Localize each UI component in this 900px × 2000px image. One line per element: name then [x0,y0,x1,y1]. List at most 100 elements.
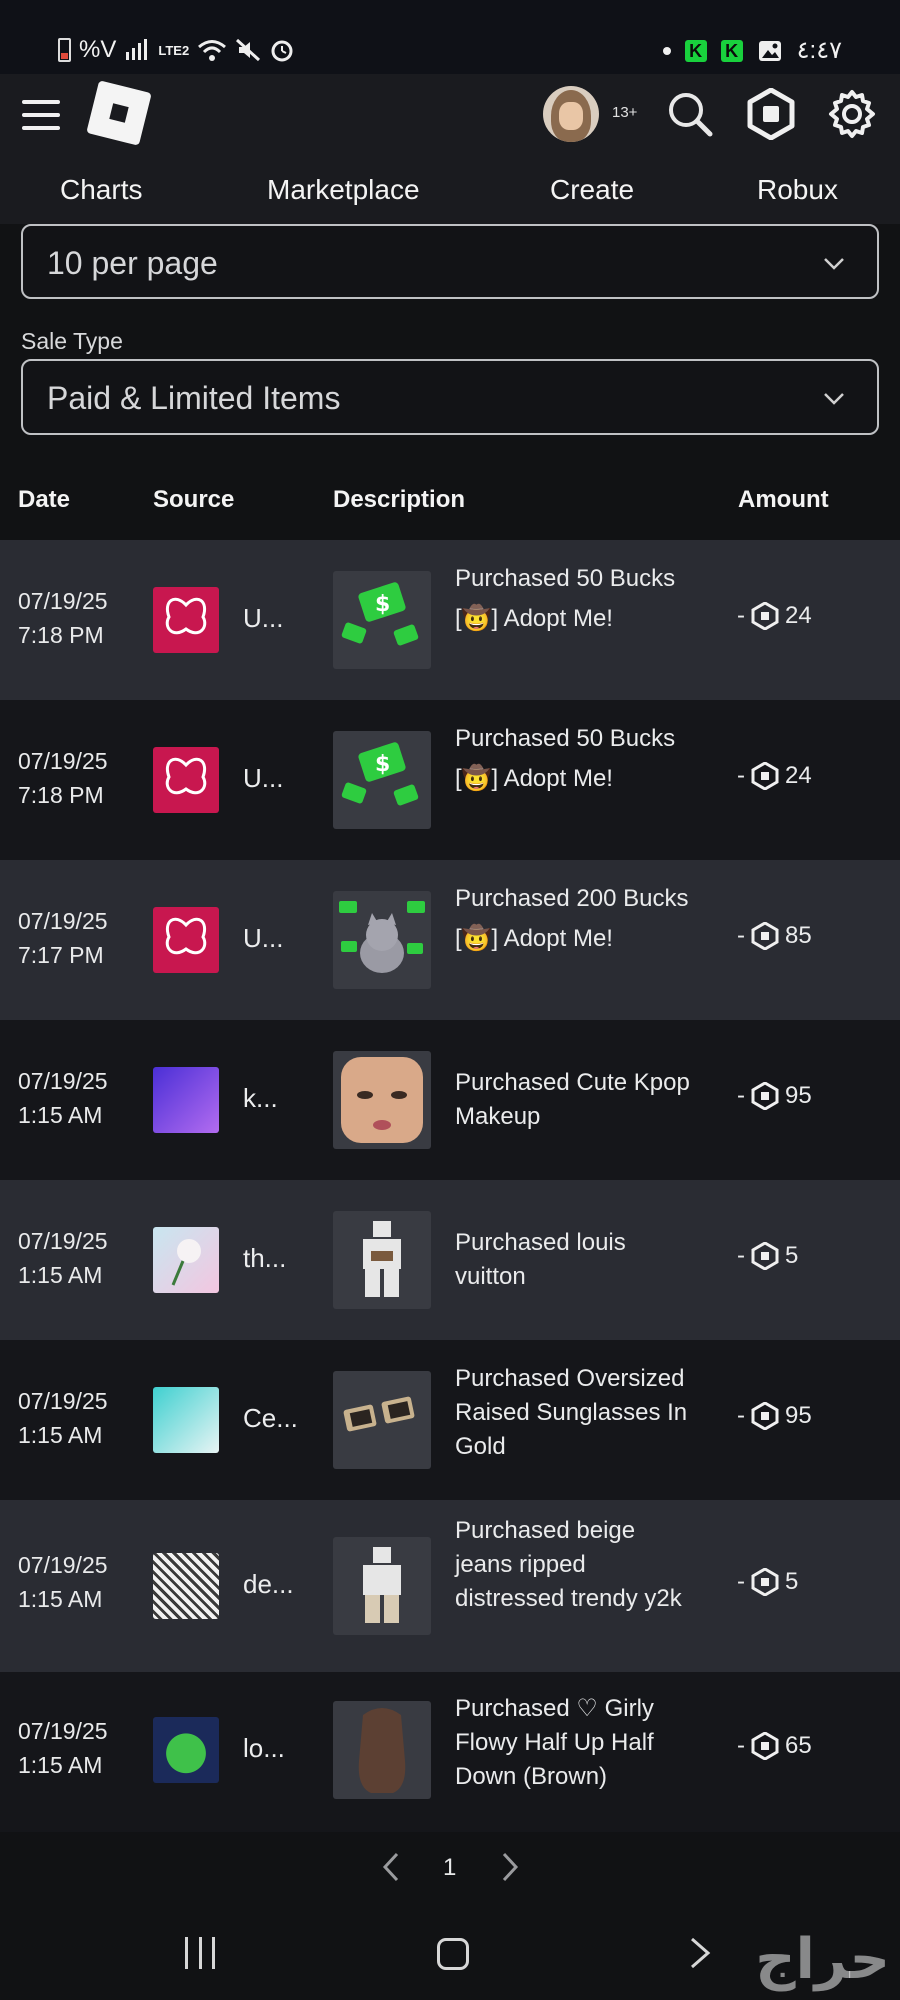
tab-create[interactable]: Create [550,174,634,206]
description-text: Purchased Cute Kpop Makeup [455,1069,690,1130]
avatar[interactable] [543,86,599,142]
source-name[interactable]: th... [243,1243,286,1274]
status-bar: %V LTE2 K K ٤:٤٧ [0,0,900,74]
source-name[interactable]: U... [243,923,283,954]
source-name[interactable]: U... [243,763,283,794]
time-text: 7:18 PM [18,622,104,648]
source-thumbnail[interactable] [153,747,219,813]
item-thumbnail[interactable] [333,1701,431,1799]
table-row[interactable]: 07/19/25 1:15 AM de... Purchased beige je… [0,1500,900,1672]
item-thumbnail[interactable] [333,891,431,989]
signal-icon [126,39,148,60]
source-name[interactable]: U... [243,603,283,634]
source-thumbnail[interactable] [153,1067,219,1133]
source-thumbnail[interactable] [153,1227,219,1293]
source-name[interactable]: lo... [243,1733,285,1764]
description-text: Purchased 50 Bucks [455,725,676,752]
source-name[interactable]: k... [243,1083,278,1114]
status-left: %V LTE2 [58,36,295,64]
watermark: حراج [755,1927,890,1992]
time-text: 7:17 PM [18,942,104,968]
source-thumbnail[interactable] [153,1553,219,1619]
chevron-down-icon [824,258,844,270]
game-name[interactable]: [🤠] Adopt Me! [455,922,613,956]
date-text: 07/19/25 [18,908,108,934]
item-thumbnail[interactable] [333,1051,431,1149]
age-badge: 13+ [612,104,638,121]
source-name[interactable]: Ce... [243,1403,298,1434]
item-thumbnail[interactable] [333,1371,431,1469]
time-text: 7:18 PM [18,782,104,808]
table-row[interactable]: 07/19/25 7:17 PM U... Purchased 200 Bucks… [0,860,900,1020]
tab-robux[interactable]: Robux [757,174,838,206]
item-thumbnail[interactable]: $ [333,571,431,669]
source-thumbnail[interactable] [153,907,219,973]
robux-icon[interactable] [745,88,797,140]
table-header: Date Source Description Amount [0,486,900,540]
outfit-icon [363,1221,401,1297]
amount-sign: - [737,1402,745,1429]
row-amount: -5 [737,1568,798,1596]
column-description: Description [333,486,466,513]
game-link[interactable]: [🤠] Adopt Me! [455,602,695,636]
per-page-value: 10 per page [47,245,218,281]
item-thumbnail[interactable] [333,1211,431,1309]
home-icon[interactable] [437,1938,469,1970]
table-row[interactable]: 07/19/25 1:15 AM Ce... Purchased Oversize… [0,1340,900,1500]
tab-marketplace[interactable]: Marketplace [267,174,420,206]
game-link[interactable]: [🤠] Adopt Me! [455,762,695,796]
table-row[interactable]: 07/19/25 7:18 PM U... $ Purchased 50 Buck… [0,540,900,700]
wifi-icon [198,40,227,61]
gear-icon[interactable] [826,88,878,140]
hair-icon [358,1708,406,1793]
table-row[interactable]: 07/19/25 1:15 AM lo... Purchased ♡ Girly … [0,1672,900,1832]
cat-money-icon [339,901,425,973]
amount-value: 5 [785,1568,799,1595]
roblox-logo-icon[interactable] [86,80,152,146]
table-row[interactable]: 07/19/25 7:18 PM U... $ Purchased 50 Buck… [0,700,900,860]
row-date: 07/19/25 1:15 AM [18,1064,108,1132]
row-amount: -5 [737,1242,798,1270]
amount-sign: - [737,1568,745,1595]
column-amount: Amount [738,486,829,513]
description-text: Purchased ♡ Girly Flowy Half Up Half Dow… [455,1695,654,1790]
sale-type-select[interactable]: Paid & Limited Items [21,359,879,435]
date-text: 07/19/25 [18,748,108,774]
chevron-right-icon[interactable] [494,1850,524,1884]
item-thumbnail[interactable]: $ [333,731,431,829]
source-thumbnail[interactable] [153,587,219,653]
kick-app-icon-2: K [720,39,743,62]
menu-icon[interactable] [22,100,60,130]
search-icon[interactable] [664,88,716,140]
battery-icon [58,38,71,62]
game-name[interactable]: [🤠] Adopt Me! [455,602,613,636]
tab-charts[interactable]: Charts [60,174,142,206]
row-date: 07/19/25 1:15 AM [18,1714,108,1782]
robux-icon [751,1402,779,1430]
source-thumbnail[interactable] [153,1387,219,1453]
back-icon[interactable] [680,1933,720,1973]
per-page-select[interactable]: 10 per page [21,224,879,299]
game-name[interactable]: [🤠] Adopt Me! [455,762,613,796]
table-row[interactable]: 07/19/25 1:15 AM k... Purchased Cute Kpop… [0,1020,900,1180]
row-description: Purchased 50 Bucks [🤠] Adopt Me! [455,562,695,636]
amount-sign: - [737,762,745,789]
table-row[interactable]: 07/19/25 1:15 AM th... Purchased louis vu… [0,1180,900,1340]
status-right: K K ٤:٤٧ [662,36,842,65]
item-thumbnail[interactable] [333,1537,431,1635]
source-name[interactable]: de... [243,1569,294,1600]
kick-app-icon: K [684,39,707,62]
game-link[interactable]: [🤠] Adopt Me! [455,922,695,956]
svg-text:$: $ [375,592,390,617]
recent-apps-icon[interactable] [185,1937,215,1971]
chevron-left-icon[interactable] [377,1850,407,1884]
amount-sign: - [737,1082,745,1109]
source-thumbnail[interactable] [153,1717,219,1783]
battery-text: %V [79,36,117,63]
time-text: 1:15 AM [18,1262,103,1288]
row-description: Purchased beige jeans ripped distressed … [455,1514,695,1616]
row-date: 07/19/25 1:15 AM [18,1224,108,1292]
amount-sign: - [737,1242,745,1269]
butterfly-icon [165,757,207,795]
chevron-down-icon [824,393,844,405]
